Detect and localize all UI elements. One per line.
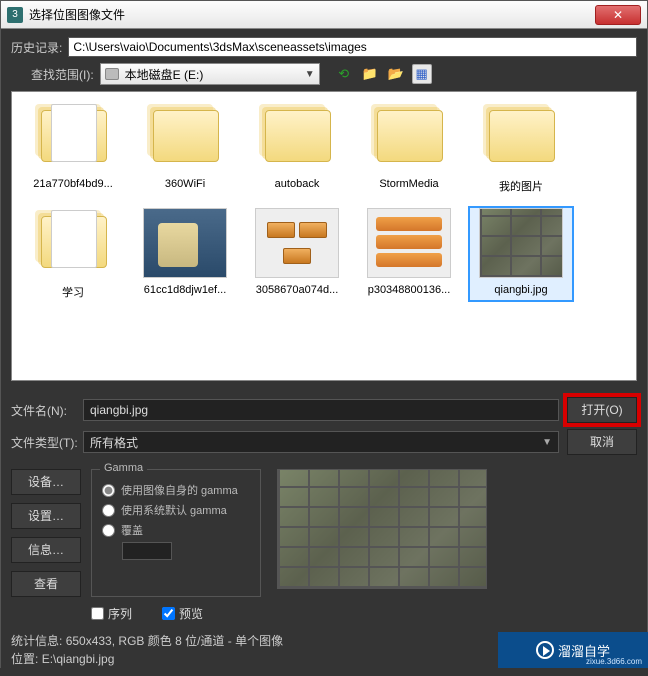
file-item[interactable]: 21a770bf4bd9... (22, 102, 124, 194)
aux-button[interactable]: 设置… (11, 503, 81, 529)
gamma-option[interactable]: 覆盖 (102, 522, 250, 538)
image-thumbnail (367, 208, 451, 278)
preview-checkbox[interactable]: 预览 (162, 605, 203, 622)
preview-image (278, 470, 486, 588)
file-name: 21a770bf4bd9... (22, 178, 124, 190)
stats-label: 统计信息: (11, 634, 62, 648)
folder-icon (481, 102, 561, 172)
file-name: StormMedia (358, 178, 460, 190)
file-item[interactable]: p30348800136... (358, 208, 460, 300)
gamma-legend: Gamma (100, 462, 147, 474)
file-name: 360WiFi (134, 178, 236, 190)
file-item[interactable]: qiangbi.jpg (470, 208, 572, 300)
gamma-option[interactable]: 使用系统默认 gamma (102, 502, 250, 518)
aux-button[interactable]: 查看 (11, 571, 81, 597)
drive-icon (105, 68, 119, 80)
location-label: 位置: (11, 652, 38, 666)
file-name: 61cc1d8djw1ef... (134, 284, 236, 296)
file-item[interactable]: 3058670a074d... (246, 208, 348, 300)
history-path-input[interactable] (68, 37, 637, 57)
gamma-override-spinner[interactable] (122, 542, 172, 560)
file-name: p30348800136... (358, 284, 460, 296)
file-item[interactable]: 我的图片 (470, 102, 572, 194)
dialog-window: 3 选择位图图像文件 ✕ 历史记录: 查找范围(I): 本地磁盘E (E:) ▼… (0, 0, 648, 668)
preview-pane (277, 469, 487, 589)
file-item[interactable]: autoback (246, 102, 348, 194)
play-icon (536, 641, 554, 659)
file-list-pane: 21a770bf4bd9... 360WiFi autoback StormMedia… (11, 91, 637, 381)
folder-icon (33, 102, 113, 172)
aux-button[interactable]: 信息… (11, 537, 81, 563)
location-value: E:\qiangbi.jpg (42, 652, 115, 666)
up-folder-icon[interactable]: 📁 (360, 64, 380, 84)
file-name: qiangbi.jpg (470, 284, 572, 296)
image-thumbnail (479, 208, 563, 278)
gamma-option[interactable]: 使用图像自身的 gamma (102, 482, 250, 498)
filename-label: 文件名(N): (11, 402, 75, 419)
file-item[interactable]: 学习 (22, 208, 124, 300)
scope-dropdown[interactable]: 本地磁盘E (E:) ▼ (100, 63, 320, 85)
history-label: 历史记录: (11, 39, 62, 56)
new-folder-icon[interactable]: 📂 (386, 64, 406, 84)
filetype-value: 所有格式 (90, 434, 138, 451)
file-item[interactable]: 360WiFi (134, 102, 236, 194)
chevron-down-icon: ▼ (305, 69, 315, 80)
image-thumbnail (143, 208, 227, 278)
folder-icon (145, 102, 225, 172)
open-button[interactable]: 打开(O) (567, 397, 637, 423)
cancel-button[interactable]: 取消 (567, 429, 637, 455)
aux-button[interactable]: 设备… (11, 469, 81, 495)
sequence-checkbox[interactable]: 序列 (91, 605, 132, 622)
watermark: 溜溜自学 zixue.3d66.com (498, 632, 648, 668)
scope-value: 本地磁盘E (E:) (125, 66, 204, 83)
gamma-group: Gamma 使用图像自身的 gamma 使用系统默认 gamma 覆盖 (91, 469, 261, 597)
view-grid-icon[interactable]: ▦ (412, 64, 432, 84)
file-name: 3058670a074d... (246, 284, 348, 296)
file-item[interactable]: StormMedia (358, 102, 460, 194)
watermark-sub: zixue.3d66.com (586, 657, 642, 666)
filename-input[interactable] (83, 399, 559, 421)
window-title: 选择位图图像文件 (29, 6, 595, 23)
image-thumbnail (255, 208, 339, 278)
file-name: 学习 (22, 284, 124, 300)
folder-icon (257, 102, 337, 172)
side-buttons: 设备… 设置… 信息… 查看 (11, 469, 81, 597)
scope-label: 查找范围(I): (31, 66, 94, 83)
chevron-down-icon: ▼ (542, 437, 552, 448)
dialog-body: 历史记录: 查找范围(I): 本地磁盘E (E:) ▼ ⟲ 📁 📂 ▦ 21a7… (1, 29, 647, 676)
file-item[interactable]: 61cc1d8djw1ef... (134, 208, 236, 300)
app-icon: 3 (7, 7, 23, 23)
close-button[interactable]: ✕ (595, 5, 641, 25)
back-icon[interactable]: ⟲ (334, 64, 354, 84)
stats-value: 650x433, RGB 颜色 8 位/通道 - 单个图像 (66, 634, 283, 648)
filetype-label: 文件类型(T): (11, 434, 75, 451)
file-name: 我的图片 (470, 178, 572, 194)
folder-icon (369, 102, 449, 172)
toolbar-icons: ⟲ 📁 📂 ▦ (334, 64, 432, 84)
titlebar: 3 选择位图图像文件 ✕ (1, 1, 647, 29)
folder-icon (33, 208, 113, 278)
filetype-dropdown[interactable]: 所有格式 ▼ (83, 431, 559, 453)
file-name: autoback (246, 178, 348, 190)
